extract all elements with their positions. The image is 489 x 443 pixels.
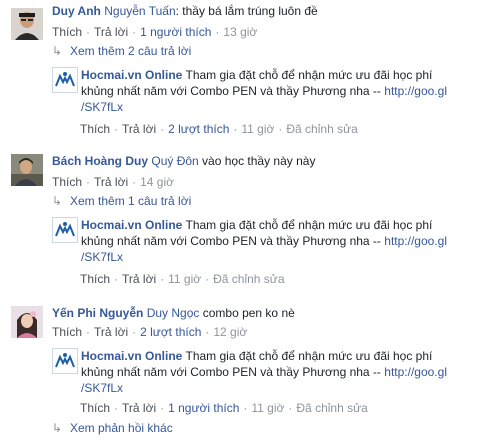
reply-author[interactable]: Hocmai.vn Online: [81, 218, 182, 232]
reply-button[interactable]: Trả lời: [94, 25, 128, 39]
reply-actions: Thích · Trả lời · 11 giờ · Đã chỉnh sửa: [80, 272, 285, 286]
reply-body-1: Tham gia đặt chỗ để nhận mức ưu đãi học …: [185, 349, 433, 363]
timestamp[interactable]: 12 giờ: [213, 325, 247, 339]
reply-button[interactable]: Trả lời: [122, 401, 156, 415]
timestamp[interactable]: 11 giờ: [251, 401, 284, 415]
tagged-user[interactable]: Quý Đôn: [151, 154, 198, 168]
reply-body-2: khủng nhất năm với Combo PEN và thầy Phư…: [81, 84, 385, 98]
hocmai-logo[interactable]: [52, 217, 78, 243]
comment-author[interactable]: Bách Hoàng Duy: [52, 154, 148, 168]
reply-text: Hocmai.vn Online Tham gia đặt chỗ để nhậ…: [81, 67, 489, 115]
more-replies-label[interactable]: Xem thêm 1 câu trả lời: [70, 194, 191, 208]
reply-link-1[interactable]: http://goo.gl: [384, 234, 447, 248]
timestamp[interactable]: 13 giờ: [223, 25, 257, 39]
hocmai-logo[interactable]: [52, 348, 78, 374]
like-count[interactable]: 1 người thích: [168, 401, 239, 415]
reply-link-2[interactable]: /SK7fLx: [81, 100, 123, 114]
reply: Hocmai.vn Online Tham gia đặt chỗ để nhậ…: [52, 217, 489, 287]
reply-link-1[interactable]: http://goo.gl: [384, 365, 447, 379]
comment-body: combo pen ko nè: [199, 306, 295, 320]
like-count[interactable]: 2 lượt thích: [168, 122, 229, 136]
reply-arrow-icon: ↳: [52, 421, 63, 435]
tagged-user[interactable]: Nguyễn Tuấn: [104, 4, 175, 18]
reply-link-1[interactable]: http://goo.gl: [384, 84, 447, 98]
reply-link-2[interactable]: /SK7fLx: [81, 381, 123, 395]
comment-actions: Thích · Trả lời · 2 lượt thích · 12 giờ: [52, 325, 248, 339]
reply-body-1: Tham gia đặt chỗ để nhận mức ưu đãi học …: [185, 68, 433, 82]
edited-label[interactable]: Đã chỉnh sửa: [296, 401, 367, 415]
reply-actions: Thích · Trả lời · 1 người thích · 11 giờ · Đã ch…: [80, 401, 368, 415]
avatar[interactable]: [11, 306, 43, 338]
reply-text: Hocmai.vn Online Tham gia đặt chỗ để nhậ…: [81, 217, 489, 265]
tagged-user[interactable]: Duy Ngọc: [147, 306, 200, 320]
comment-body: vào học thầy này này: [198, 154, 316, 168]
more-replies-link[interactable]: ↳ Xem thêm 1 câu trả lời: [52, 193, 191, 209]
edited-label[interactable]: Đã chỉnh sửa: [213, 272, 284, 286]
avatar[interactable]: [11, 154, 43, 186]
like-button[interactable]: Thích: [80, 122, 110, 136]
reply: Hocmai.vn Online Tham gia đặt chỗ để nhậ…: [52, 67, 489, 137]
like-count[interactable]: 1 người thích: [140, 25, 211, 39]
comment-actions: Thích · Trả lời · 1 người thích · 13 giờ: [52, 25, 258, 39]
reply-button[interactable]: Trả lời: [94, 175, 128, 189]
comment-text: Bách Hoàng Duy Quý Đôn vào học thầy này …: [52, 153, 315, 169]
reply-arrow-icon: ↳: [52, 44, 63, 58]
more-replies-label[interactable]: Xem thêm 2 câu trả lời: [70, 44, 191, 58]
reply-author[interactable]: Hocmai.vn Online: [81, 349, 182, 363]
reply-button[interactable]: Trả lời: [122, 122, 156, 136]
like-button[interactable]: Thích: [52, 325, 82, 339]
timestamp[interactable]: 14 giờ: [140, 175, 174, 189]
hocmai-logo[interactable]: [52, 67, 78, 93]
reply-actions: Thích · Trả lời · 2 lượt thích · 11 giờ · Đã chỉ…: [80, 122, 358, 136]
reply-button[interactable]: Trả lời: [122, 272, 156, 286]
reply-body-1: Tham gia đặt chỗ để nhận mức ưu đãi học …: [185, 218, 433, 232]
comment-author[interactable]: Duy Anh: [52, 4, 101, 18]
reply-button[interactable]: Trả lời: [94, 325, 128, 339]
like-button[interactable]: Thích: [52, 25, 82, 39]
more-feedback-link[interactable]: ↳ Xem phản hồi khác: [52, 420, 173, 436]
like-button[interactable]: Thích: [80, 272, 110, 286]
more-feedback-label[interactable]: Xem phản hồi khác: [70, 421, 173, 435]
timestamp[interactable]: 11 giờ: [241, 122, 274, 136]
avatar[interactable]: [11, 8, 43, 40]
edited-label[interactable]: Đã chỉnh sửa: [286, 122, 357, 136]
reply-author[interactable]: Hocmai.vn Online: [81, 68, 182, 82]
reply-body-2: khủng nhất năm với Combo PEN và thầy Phư…: [81, 234, 385, 248]
comment-actions: Thích · Trả lời · 14 giờ: [52, 175, 174, 189]
comment-body: : thầy bá lắm trúng luôn đề: [175, 4, 318, 18]
reply: Hocmai.vn Online Tham gia đặt chỗ để nhậ…: [52, 348, 489, 418]
like-count[interactable]: 2 lượt thích: [140, 325, 201, 339]
timestamp[interactable]: 11 giờ: [168, 272, 201, 286]
reply-link-2[interactable]: /SK7fLx: [81, 250, 123, 264]
reply-arrow-icon: ↳: [52, 194, 63, 208]
more-replies-link[interactable]: ↳ Xem thêm 2 câu trả lời: [52, 43, 191, 59]
comment-text: Yến Phi Nguyễn Duy Ngọc combo pen ko nè: [52, 305, 295, 321]
comment-author[interactable]: Yến Phi Nguyễn: [52, 306, 143, 320]
like-button[interactable]: Thích: [52, 175, 82, 189]
reply-body-2: khủng nhất năm với Combo PEN và thầy Phư…: [81, 365, 385, 379]
comment-text: Duy Anh Nguyễn Tuấn: thầy bá lắm trúng l…: [52, 3, 318, 19]
reply-text: Hocmai.vn Online Tham gia đặt chỗ để nhậ…: [81, 348, 489, 396]
like-button[interactable]: Thích: [80, 401, 110, 415]
